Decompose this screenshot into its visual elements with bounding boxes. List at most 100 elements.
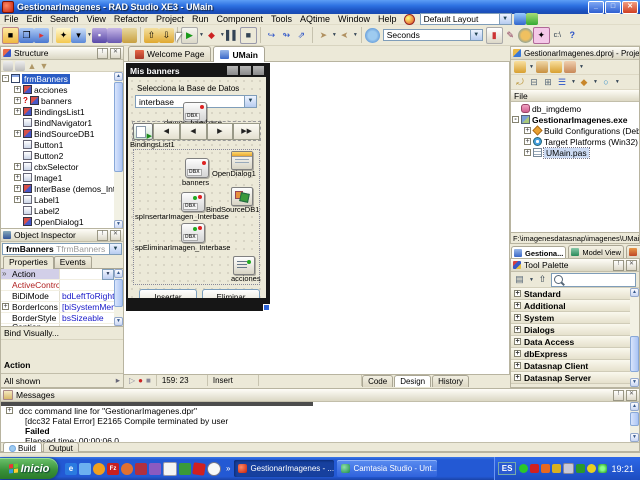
tree-expander-icon[interactable]: +: [514, 350, 521, 357]
structure-tree-item[interactable]: - frmBanners: [2, 73, 114, 84]
run-without-debugging-icon[interactable]: ◆: [204, 28, 219, 43]
chevron-right-icon[interactable]: ▸: [116, 375, 120, 386]
tree-expander-icon[interactable]: +: [524, 127, 531, 134]
property-value[interactable]: bsSizeable: [59, 313, 114, 323]
scroll-down-icon[interactable]: ▼: [630, 433, 639, 442]
world-icon[interactable]: [365, 28, 380, 43]
inspector-scrollbar[interactable]: ▲ ▼: [114, 269, 123, 326]
new-project-icon[interactable]: [514, 61, 526, 73]
designed-form[interactable]: Mis banners Selecciona la Base de Datos …: [126, 63, 270, 311]
tray-orange-icon[interactable]: [541, 464, 550, 473]
open-from-version-icon[interactable]: ⇧: [144, 28, 159, 43]
scroll-up-icon[interactable]: ▲: [114, 269, 123, 278]
platform-filter-icon[interactable]: ○: [600, 76, 612, 88]
bindingslist-component-icon[interactable]: [133, 123, 153, 140]
chevron-down-icon[interactable]: ▼: [571, 79, 576, 85]
delete-item-icon[interactable]: [15, 61, 25, 71]
tree-expander-icon[interactable]: +: [14, 130, 21, 137]
open-file-icon[interactable]: ❐: [19, 28, 34, 43]
tree-expander-icon[interactable]: -: [2, 75, 9, 82]
structure-tree-item[interactable]: + acciones: [2, 84, 114, 95]
new-items-icon[interactable]: ■: [2, 27, 19, 44]
chevron-down-icon[interactable]: ▼: [529, 277, 534, 283]
debug-layout-icon[interactable]: ▷: [129, 376, 135, 385]
palette-category[interactable]: + Dialogs: [511, 324, 630, 336]
save-desktop-icon[interactable]: [514, 13, 526, 25]
sp-delete-component-icon[interactable]: [181, 223, 205, 243]
tab-umain[interactable]: UMain: [213, 46, 265, 62]
audit-icon[interactable]: ✎: [503, 28, 518, 43]
message-expander-icon[interactable]: +: [6, 407, 13, 414]
menu-item[interactable]: Search: [46, 14, 83, 24]
menu-item[interactable]: Run: [188, 14, 213, 24]
quicklaunch-orange-icon[interactable]: [121, 463, 133, 475]
pin-icon[interactable]: !: [613, 390, 624, 401]
stop-small-icon[interactable]: ■: [146, 376, 151, 385]
property-row[interactable]: ActiveControl ▼: [1, 280, 114, 291]
close-icon[interactable]: ✕: [626, 390, 637, 401]
menu-item[interactable]: Edit: [23, 14, 47, 24]
property-row[interactable]: + BorderIcons [biSystemMenu,biMinim ▼: [1, 302, 114, 313]
qa-pressed-icon[interactable]: ✦: [533, 27, 550, 44]
seconds-combo[interactable]: Seconds ▼: [383, 29, 483, 41]
chevron-down-icon[interactable]: ▼: [615, 79, 620, 85]
actionlist-component-icon[interactable]: [233, 256, 255, 275]
structure-scrollbar[interactable]: ▲ ▼: [114, 72, 123, 229]
property-expander-icon[interactable]: +: [2, 303, 9, 310]
chevron-down-icon[interactable]: ▼: [244, 96, 256, 107]
tab-events[interactable]: Events: [54, 256, 92, 268]
open-project-icon[interactable]: ▸: [34, 28, 49, 43]
tree-expander-icon[interactable]: +: [14, 185, 21, 192]
view-list-icon[interactable]: ☰: [556, 76, 568, 88]
tree-expander-icon[interactable]: +: [524, 149, 531, 156]
tray-network-icon[interactable]: [598, 464, 607, 473]
menu-item[interactable]: Tools: [267, 14, 296, 24]
start-button[interactable]: Inicio: [0, 458, 58, 479]
tree-expander-icon[interactable]: -: [512, 116, 519, 123]
structure-tree-item[interactable]: + banners: [2, 95, 114, 106]
bindsource-component-icon[interactable]: [231, 187, 253, 206]
new-icon[interactable]: ✦: [56, 28, 71, 43]
insert-button[interactable]: Insertar: [139, 289, 197, 298]
message-row[interactable]: [dcc32 Fatal Error] E2165 Compile termin…: [1, 416, 630, 426]
pin-icon[interactable]: !: [97, 48, 108, 59]
sp-insert-component-icon[interactable]: [181, 192, 205, 212]
palette-category[interactable]: + dbExpress: [511, 348, 630, 360]
tree-expander-icon[interactable]: +: [514, 338, 521, 345]
tree-expander-icon[interactable]: +: [514, 302, 521, 309]
language-indicator[interactable]: ES: [498, 462, 517, 475]
tab-welcome-page[interactable]: Welcome Page: [128, 46, 211, 61]
delete-button[interactable]: Eliminar: [202, 289, 260, 298]
form-resize-grip[interactable]: [263, 304, 270, 311]
structure-tree-item[interactable]: + cbxSelector: [2, 161, 114, 172]
pin-icon[interactable]: !: [97, 230, 108, 241]
quicklaunch-green-icon[interactable]: [179, 463, 191, 475]
palette-category[interactable]: + Datasnap Server: [511, 372, 630, 384]
layout-combo[interactable]: Default Layout ▼: [420, 13, 512, 25]
step-over-icon[interactable]: ↬: [279, 28, 294, 43]
chevron-down-icon[interactable]: ▼: [109, 244, 121, 254]
minimize-button[interactable]: _: [588, 1, 604, 14]
quicklaunch-ie-icon[interactable]: e: [65, 463, 77, 475]
project-tree-item[interactable]: + UMain.pas: [512, 147, 638, 158]
quicklaunch-fz-icon[interactable]: Fz: [107, 463, 119, 475]
sync-icon[interactable]: ⤾: [514, 76, 526, 88]
tab-code[interactable]: Code: [362, 375, 393, 387]
scroll-up-icon[interactable]: ▲: [630, 288, 639, 297]
tree-expander-icon[interactable]: +: [514, 362, 521, 369]
structure-tree-item[interactable]: OpenDialog1: [2, 216, 114, 227]
quicklaunch-player-icon[interactable]: [207, 462, 221, 476]
save-as-icon[interactable]: [107, 28, 122, 43]
tab-data-explorer[interactable]: Data Ex...: [626, 245, 640, 258]
palette-category[interactable]: + Datasnap Client: [511, 360, 630, 372]
tab-design[interactable]: Design: [394, 375, 431, 387]
chevron-down-icon[interactable]: ▼: [353, 32, 358, 38]
browse-forward-icon[interactable]: ➤: [337, 28, 352, 43]
taskbar-task-camtasia[interactable]: Camtasia Studio - Unt...: [337, 460, 437, 477]
property-value[interactable]: Mis banners: [59, 324, 114, 326]
palette-category[interactable]: + Additional: [511, 300, 630, 312]
project-tree-item[interactable]: db_imgdemo: [512, 103, 638, 114]
set-debug-desktop-icon[interactable]: [526, 13, 538, 25]
chevron-down-icon[interactable]: ▼: [499, 14, 511, 24]
palette-search-input[interactable]: [551, 273, 636, 287]
